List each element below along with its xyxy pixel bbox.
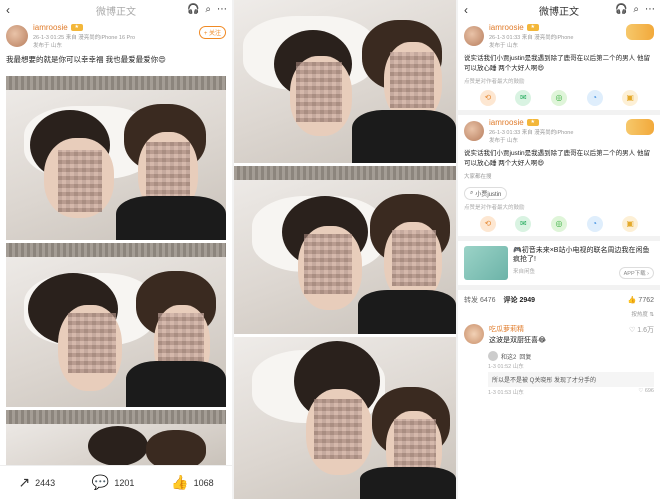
comment-meta: 1-3 01:52 山东 bbox=[488, 364, 524, 370]
reply-preview[interactable]: 和这2 回复 bbox=[488, 351, 654, 361]
post-screenshot-1: ‹ 微博正文 🎧 ⌕ ⋯ iamroosie ★ 26-1-3 01:25 来自 … bbox=[0, 0, 232, 499]
action-bar: ↗ 2443 💬 1201 👍 1068 bbox=[0, 465, 232, 499]
vip-crown-icon: ★ bbox=[526, 24, 539, 31]
user-header-2: iamroosie ★ 26-1-3 01:33 来自 漫亮尚的iPhone 发布… bbox=[458, 115, 660, 147]
app-download-button[interactable]: APP下载 › bbox=[618, 267, 654, 279]
post-text-2: 说实话我们小贾justin是我遇到除了鹿哥在以后第二个的男人 他留可以放心睡 两… bbox=[464, 150, 650, 167]
follow-button[interactable]: + 关注 bbox=[198, 26, 226, 39]
user-header: iamroosie ★ 26-1-3 01:25 来自 漫亮尚的iPhone 16… bbox=[0, 20, 232, 52]
photo-5[interactable] bbox=[234, 166, 456, 334]
search-label: 大家都在搜 bbox=[464, 174, 492, 180]
repost-icon[interactable]: ⟲ bbox=[479, 216, 496, 232]
post-location: 发布于 山东 bbox=[489, 43, 519, 49]
like-hint: 点赞是对作者最大的鼓励 bbox=[464, 205, 525, 211]
moments-icon[interactable]: ◎ bbox=[550, 216, 567, 232]
post-location: 发布于 山东 bbox=[33, 43, 63, 49]
sort-toggle[interactable]: 按热度 ⇅ bbox=[458, 310, 660, 321]
vip-crown-icon: ★ bbox=[526, 119, 539, 126]
ad-image bbox=[464, 246, 508, 280]
back-icon[interactable]: ‹ bbox=[464, 3, 468, 17]
tab-comment[interactable]: 评论 2949 bbox=[504, 295, 536, 305]
post-screenshot-2: ‹ 微博正文 🎧 ⌕ ⋯ iamroosie ★ 26-1-3 01:33 来自 … bbox=[458, 0, 660, 499]
share-row-2: ⟲ ✉ ◎ ◔ ▣ bbox=[458, 212, 660, 236]
reply-meta: 1-3 01:53 山东 bbox=[488, 390, 524, 396]
sticker-icon bbox=[626, 119, 654, 135]
like-button[interactable]: 👍 1068 bbox=[171, 474, 213, 491]
qq-icon[interactable]: ◔ bbox=[586, 216, 603, 232]
post-text: 我最想要的就是你可以幸幸福 我也最爱最爱你😍 bbox=[6, 55, 166, 64]
photo-6[interactable] bbox=[234, 337, 456, 499]
avatar[interactable] bbox=[6, 25, 28, 47]
share-icon: ↗ bbox=[18, 474, 31, 490]
comment-item: 吃瓜萝莉精 这波是双厨狂喜😂 ♡ 1.6万 bbox=[458, 321, 660, 348]
like-hint: 点赞是对作者最大的鼓励 bbox=[464, 79, 525, 85]
bookmark-icon[interactable]: ▣ bbox=[622, 216, 639, 232]
top-bar: ‹ 微博正文 🎧 ⌕ ⋯ bbox=[458, 0, 660, 20]
post-meta: 26-1-3 01:33 来自 漫亮尚的iPhone bbox=[489, 35, 574, 41]
bookmark-icon[interactable]: ▣ bbox=[622, 90, 639, 106]
sticker-icon bbox=[626, 24, 654, 40]
search-icon[interactable]: ⌕ bbox=[633, 4, 639, 15]
wechat-icon[interactable]: ✉ bbox=[515, 216, 532, 232]
vip-crown-icon: ★ bbox=[70, 24, 83, 31]
photo-3[interactable] bbox=[6, 410, 226, 466]
username[interactable]: iamroosie bbox=[489, 23, 524, 32]
user-header-1: iamroosie ★ 26-1-3 01:33 来自 漫亮尚的iPhone 发布… bbox=[458, 20, 660, 52]
thumbs-up-icon: 👍 bbox=[171, 474, 189, 490]
avatar bbox=[488, 351, 498, 361]
comment-button[interactable]: 💬 1201 bbox=[92, 474, 134, 491]
ad-card[interactable]: 🎮初音未来×B站小电视的联名周边我在闲鱼疯抢了! 来自闲鱼 APP下载 › bbox=[458, 241, 660, 285]
username[interactable]: iamroosie bbox=[33, 23, 68, 32]
ad-title: 🎮初音未来×B站小电视的联名周边我在闲鱼疯抢了! bbox=[513, 247, 650, 263]
share-row-1: ⟲ ✉ ◎ ◔ ▣ bbox=[458, 86, 660, 110]
headphones-icon[interactable]: 🎧 bbox=[187, 4, 199, 15]
qq-icon[interactable]: ◔ bbox=[586, 90, 603, 106]
tab-likes[interactable]: 👍 7762 bbox=[628, 296, 654, 304]
page-title: 微博正文 bbox=[539, 6, 579, 18]
page-title: 微博正文 bbox=[96, 6, 136, 18]
avatar[interactable] bbox=[464, 26, 484, 46]
search-icon: ⌕ bbox=[470, 190, 474, 196]
post-meta: 26-1-3 01:25 来自 漫亮尚的iPhone 16 Pro bbox=[33, 35, 136, 41]
photo-4[interactable] bbox=[234, 0, 456, 163]
post-text-1: 说实话我们小贾justin是我遇到除了鹿哥在以后第二个的男人 他留可以放心睡 两… bbox=[464, 55, 650, 72]
headphones-icon[interactable]: 🎧 bbox=[615, 4, 627, 15]
search-tag[interactable]: ⌕ 小贾justin bbox=[464, 187, 508, 200]
username[interactable]: iamroosie bbox=[489, 118, 524, 127]
photo-1[interactable] bbox=[6, 76, 226, 240]
repost-button[interactable]: ↗ 2443 bbox=[18, 474, 55, 491]
comment-like[interactable]: ♡ 1.6万 bbox=[629, 325, 654, 335]
reply-like[interactable]: ♡ 696 bbox=[638, 388, 654, 396]
wechat-icon[interactable]: ✉ bbox=[515, 90, 532, 106]
avatar[interactable] bbox=[464, 324, 484, 344]
top-bar: ‹ 微博正文 🎧 ⌕ ⋯ bbox=[0, 0, 232, 20]
more-icon[interactable]: ⋯ bbox=[645, 4, 655, 15]
moments-icon[interactable]: ◎ bbox=[550, 90, 567, 106]
search-icon[interactable]: ⌕ bbox=[205, 4, 211, 15]
avatar[interactable] bbox=[464, 121, 484, 141]
commenter-name[interactable]: 吃瓜萝莉精 bbox=[489, 324, 546, 334]
comment-tabs: 转发 6476 评论 2949 👍 7762 bbox=[458, 290, 660, 310]
comment-text: 这波是双厨狂喜😂 bbox=[489, 337, 547, 344]
post-location: 发布于 山东 bbox=[489, 138, 519, 144]
comment-icon: 💬 bbox=[91, 474, 110, 490]
reply-item[interactable]: 所以是不是被 Q关晓彤 发现了才分手的 bbox=[488, 372, 654, 387]
photo-column bbox=[234, 0, 456, 499]
photo-2[interactable] bbox=[6, 243, 226, 407]
more-icon[interactable]: ⋯ bbox=[217, 4, 227, 15]
post-meta: 26-1-3 01:33 来自 漫亮尚的iPhone bbox=[489, 130, 574, 136]
repost-icon[interactable]: ⟲ bbox=[479, 90, 496, 106]
tab-repost[interactable]: 转发 6476 bbox=[464, 295, 496, 305]
back-icon[interactable]: ‹ bbox=[6, 3, 10, 17]
